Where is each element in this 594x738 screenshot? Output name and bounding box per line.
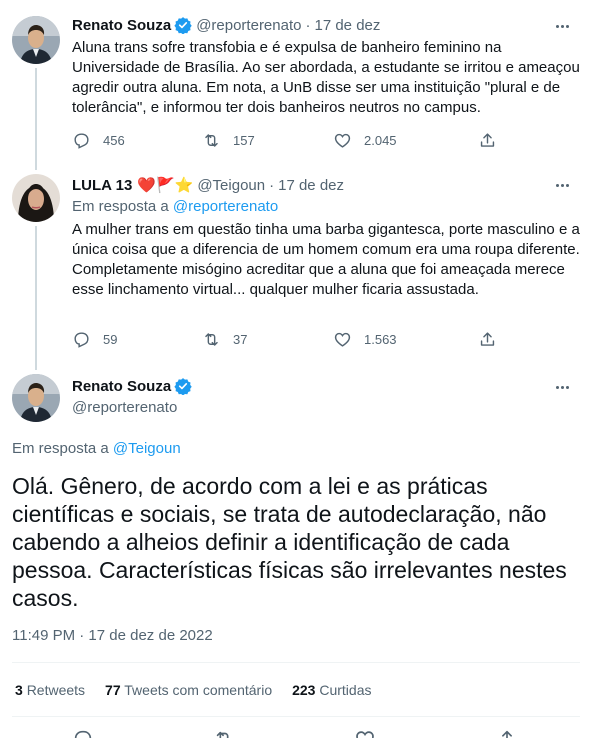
reply-context: Em resposta a @reporterenato <box>72 198 278 215</box>
like-icon <box>333 330 352 349</box>
tweet-actions: 456 157 2.045 <box>72 131 512 155</box>
main-tweet-actions <box>0 728 594 738</box>
tweet-text: Aluna trans sofre transfobia e é expulsa… <box>72 39 580 116</box>
verified-badge-icon <box>174 377 192 395</box>
likes-label: Curtidas <box>319 682 372 698</box>
separator: · <box>269 176 275 194</box>
author-name[interactable]: Renato Souza <box>72 378 171 395</box>
like-count: 2.045 <box>364 133 397 148</box>
retweets-label: Retweets <box>26 682 86 698</box>
tweet-date[interactable]: 17 de dez <box>314 17 380 34</box>
quotes-label: Tweets com comentário <box>124 682 273 698</box>
avatar-image <box>12 16 60 64</box>
like-count: 1.563 <box>364 332 397 347</box>
share-icon <box>478 330 497 349</box>
main-tweet-header: Renato Souza <box>72 377 196 395</box>
reply-to-link[interactable]: @Teigoun <box>113 440 181 457</box>
retweet-count: 157 <box>233 133 255 148</box>
author-handle[interactable]: @reporterenato <box>72 399 177 416</box>
avatar[interactable] <box>12 174 60 222</box>
name-emojis: ❤️🚩⭐ <box>137 177 194 194</box>
share-button[interactable] <box>478 131 509 150</box>
divider <box>12 716 580 717</box>
likes-stat[interactable]: 223 Curtidas <box>292 682 371 698</box>
reply-prefix: Em resposta a <box>12 440 109 457</box>
retweet-icon <box>202 131 221 150</box>
reply-icon <box>72 330 91 349</box>
tweet-actions: 59 37 1.563 <box>72 330 512 354</box>
like-icon[interactable] <box>354 728 376 738</box>
retweet-button[interactable]: 157 <box>202 131 255 150</box>
quotes-count: 77 <box>105 682 121 698</box>
tweet-header: Renato Souza @reporterenato · 17 de dez <box>72 16 380 34</box>
separator: · <box>305 16 311 34</box>
main-avatar[interactable] <box>12 374 60 422</box>
main-tweet-handle-row: @reporterenato <box>72 399 177 416</box>
divider <box>12 662 580 663</box>
share-icon <box>478 131 497 150</box>
thread-line <box>35 68 37 170</box>
avatar-image <box>12 174 60 222</box>
tweet-date[interactable]: 17 de dez <box>278 177 344 194</box>
author-handle[interactable]: @Teigoun <box>197 177 265 194</box>
avatar[interactable] <box>12 16 60 64</box>
quotes-stat[interactable]: 77 Tweets com comentário <box>105 682 272 698</box>
thread-line <box>35 226 37 370</box>
reply-to-link[interactable]: @reporterenato <box>173 198 278 215</box>
share-icon[interactable] <box>496 728 518 738</box>
reply-button[interactable]: 59 <box>72 330 117 349</box>
retweet-icon[interactable] <box>213 728 235 738</box>
reply-count: 456 <box>103 133 125 148</box>
reply-icon[interactable] <box>72 728 94 738</box>
tweet-text: A mulher trans em questão tinha uma barb… <box>72 221 580 298</box>
like-button[interactable]: 1.563 <box>333 330 397 349</box>
retweet-button[interactable]: 37 <box>202 330 247 349</box>
verified-badge-icon <box>174 16 192 34</box>
tweet-timestamp[interactable]: 11:49 PM · 17 de dez de 2022 <box>12 627 213 644</box>
author-handle[interactable]: @reporterenato <box>196 17 301 34</box>
avatar-image <box>12 374 60 422</box>
reply-icon <box>72 131 91 150</box>
likes-count: 223 <box>292 682 316 698</box>
more-icon[interactable] <box>550 16 574 36</box>
author-name[interactable]: Renato Souza <box>72 17 171 34</box>
tweet-stats: 3 Retweets 77 Tweets com comentário 223 … <box>15 682 392 698</box>
retweets-count: 3 <box>15 682 23 698</box>
like-icon <box>333 131 352 150</box>
tweet-2[interactable]: LULA 13 ❤️🚩⭐ @Teigoun · 17 de dez Em res… <box>0 170 594 370</box>
reply-count: 59 <box>103 332 118 347</box>
reply-context: Em resposta a @Teigoun <box>12 440 181 457</box>
tweet-header: LULA 13 ❤️🚩⭐ @Teigoun · 17 de dez <box>72 176 344 195</box>
tweet-1[interactable]: Renato Souza @reporterenato · 17 de dez … <box>0 0 594 170</box>
like-button[interactable]: 2.045 <box>333 131 397 150</box>
reply-prefix: Em resposta a <box>72 198 169 215</box>
reply-button[interactable]: 456 <box>72 131 125 150</box>
more-icon[interactable] <box>550 175 574 195</box>
retweet-count: 37 <box>233 332 248 347</box>
retweets-stat[interactable]: 3 Retweets <box>15 682 85 698</box>
share-button[interactable] <box>478 330 509 349</box>
more-icon[interactable] <box>550 377 574 397</box>
author-name[interactable]: LULA 13 <box>72 177 132 194</box>
retweet-icon <box>202 330 221 349</box>
main-tweet-text: Olá. Gênero, de acordo com a lei e as pr… <box>12 473 567 611</box>
